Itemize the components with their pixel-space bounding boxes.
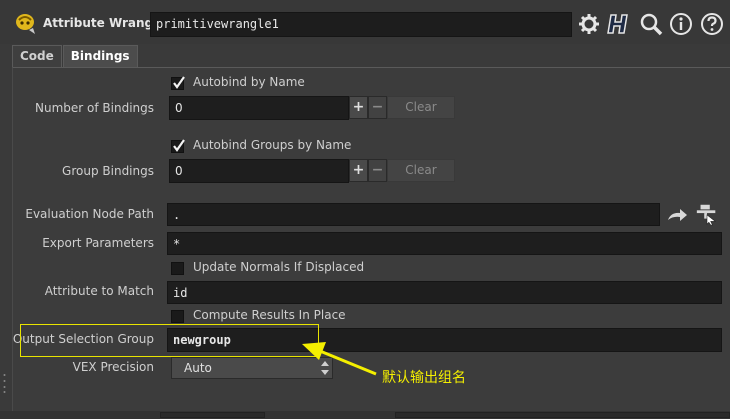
help-question-icon[interactable]: [700, 12, 724, 36]
autobind-groups-checkbox[interactable]: [171, 139, 185, 153]
attr-match-field[interactable]: id: [167, 281, 722, 304]
panel-grip-icon[interactable]: [3, 372, 6, 394]
vex-precision-label: VEX Precision: [72, 360, 154, 374]
remove-binding-button[interactable]: −: [368, 96, 387, 119]
scroll-segment[interactable]: [160, 412, 265, 418]
search-icon[interactable]: [639, 12, 663, 36]
group-bindings-field[interactable]: 0: [169, 159, 349, 183]
eval-node-path-field[interactable]: .: [167, 203, 660, 226]
tab-code[interactable]: Code: [12, 45, 62, 67]
add-group-binding-button[interactable]: +: [349, 159, 368, 182]
parameter-tabs: Code Bindings: [12, 45, 139, 67]
remove-group-binding-button[interactable]: −: [368, 159, 387, 182]
annotation-text: 默认输出组名: [382, 370, 466, 386]
clear-group-bindings-button[interactable]: Clear: [387, 159, 455, 182]
clear-bindings-button[interactable]: Clear: [387, 96, 455, 119]
compute-in-place-checkbox[interactable]: [171, 310, 184, 323]
num-bindings-label: Number of Bindings: [35, 101, 154, 115]
houdini-help-icon[interactable]: [607, 12, 631, 36]
gear-icon[interactable]: [577, 12, 601, 36]
autobind-groups-label: Autobind Groups by Name: [193, 138, 352, 152]
annotation-highlight-box: [20, 324, 319, 357]
annotation-arrow-icon: [302, 342, 377, 376]
num-bindings-field[interactable]: 0: [169, 96, 349, 120]
export-params-label: Export Parameters: [42, 236, 154, 250]
node-chooser-icon[interactable]: [695, 202, 721, 226]
update-normals-checkbox[interactable]: [171, 262, 184, 275]
jump-to-node-icon[interactable]: [665, 204, 689, 226]
scroll-segment-right[interactable]: [395, 412, 730, 418]
compute-in-place-label: Compute Results In Place: [193, 308, 346, 322]
wrangle-node-icon: [13, 10, 39, 36]
update-normals-label: Update Normals If Displaced: [193, 260, 365, 274]
info-icon[interactable]: [669, 12, 693, 36]
autobind-checkbox[interactable]: [171, 76, 185, 90]
tab-bindings[interactable]: Bindings: [62, 45, 138, 67]
add-binding-button[interactable]: +: [349, 96, 368, 119]
eval-node-path-label: Evaluation Node Path: [25, 207, 154, 221]
autobind-label: Autobind by Name: [193, 75, 305, 89]
node-name-field[interactable]: primitivewrangle1: [150, 12, 572, 37]
attr-match-label: Attribute to Match: [44, 284, 154, 298]
node-type-label: Attribute Wrangle: [43, 16, 166, 30]
vex-precision-value: Auto: [184, 361, 212, 375]
export-params-field[interactable]: *: [167, 232, 722, 255]
group-bindings-label: Group Bindings: [62, 164, 154, 178]
parameter-header: Attribute Wrangle primitivewrangle1: [0, 0, 730, 44]
